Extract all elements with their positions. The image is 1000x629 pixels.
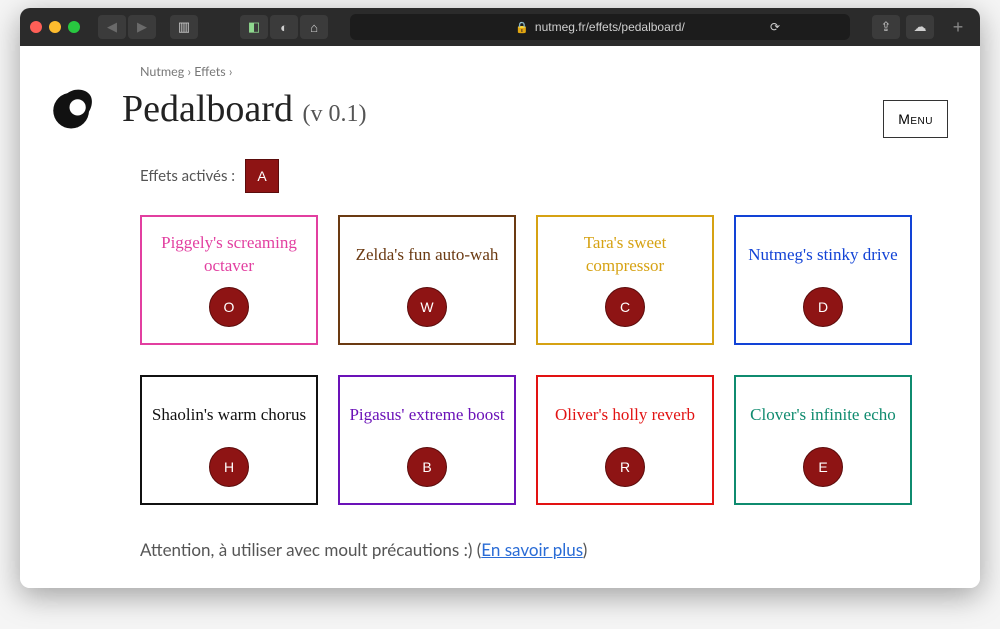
pedal-card[interactable]: Shaolin's warm chorus H — [140, 375, 318, 505]
close-icon[interactable] — [30, 21, 42, 33]
active-effects-label: Effets activés : — [140, 167, 235, 185]
minimize-icon[interactable] — [49, 21, 61, 33]
pedal-name: Clover's infinite echo — [750, 391, 896, 439]
sidebar-toggle-icon[interactable]: ▥ — [170, 15, 198, 39]
back-button[interactable]: ◀ — [98, 15, 126, 39]
window-controls — [30, 21, 80, 33]
menu-button[interactable]: Menu — [883, 100, 948, 138]
url-bar[interactable]: 🔒 nutmeg.fr/effets/pedalboard/ ⟳ — [350, 14, 850, 40]
pedal-key-knob[interactable]: B — [407, 447, 447, 487]
pedal-key-knob[interactable]: C — [605, 287, 645, 327]
pedal-name: Oliver's holly reverb — [555, 391, 695, 439]
pedal-card[interactable]: Zelda's fun auto-wah W — [338, 215, 516, 345]
active-effects-row: Effets activés : A — [140, 159, 952, 193]
breadcrumb-item[interactable]: Effets — [194, 64, 226, 79]
cloud-icon[interactable]: ☁ — [906, 15, 934, 39]
breadcrumb-item[interactable]: Nutmeg — [140, 64, 184, 79]
pedal-card[interactable]: Nutmeg's stinky drive D — [734, 215, 912, 345]
pedal-name: Piggely's screaming octaver — [150, 231, 308, 279]
pedal-key-knob[interactable]: H — [209, 447, 249, 487]
maximize-icon[interactable] — [68, 21, 80, 33]
pedal-key-knob[interactable]: E — [803, 447, 843, 487]
browser-titlebar: ◀ ▶ ▥ ◧ ◐ ⌂ 🔒 nutmeg.fr/effets/pedalboar… — [20, 8, 980, 46]
warning-text: Attention, à utiliser avec moult précaut… — [140, 539, 952, 560]
lock-icon: 🔒 — [515, 21, 529, 34]
pedal-grid: Piggely's screaming octaver O Zelda's fun … — [140, 215, 952, 505]
new-tab-button[interactable]: + — [946, 17, 970, 38]
page-header: Pedalboard (v 0.1) — [48, 81, 952, 137]
pedal-card[interactable]: Tara's sweet compressor C — [536, 215, 714, 345]
breadcrumb: Nutmeg › Effets › — [140, 64, 952, 79]
active-effect-chip[interactable]: A — [245, 159, 279, 193]
pedal-card[interactable]: Oliver's holly reverb R — [536, 375, 714, 505]
forward-button[interactable]: ▶ — [128, 15, 156, 39]
page-content: Nutmeg › Effets › Pedalboard (v 0.1) Men… — [20, 46, 980, 588]
learn-more-link[interactable]: En savoir plus — [481, 539, 583, 560]
extension-icon[interactable]: ◧ — [240, 15, 268, 39]
nav-back-forward: ◀ ▶ — [98, 15, 156, 39]
pedal-card[interactable]: Clover's infinite echo E — [734, 375, 912, 505]
pedal-key-knob[interactable]: R — [605, 447, 645, 487]
shield-icon[interactable]: ◐ — [270, 15, 298, 39]
pedal-name: Pigasus' extreme boost — [349, 391, 504, 439]
pedal-card[interactable]: Piggely's screaming octaver O — [140, 215, 318, 345]
pedal-key-knob[interactable]: O — [209, 287, 249, 327]
pedal-card[interactable]: Pigasus' extreme boost B — [338, 375, 516, 505]
pedal-key-knob[interactable]: W — [407, 287, 447, 327]
reload-icon[interactable]: ⟳ — [770, 20, 780, 34]
pedal-name: Tara's sweet compressor — [546, 231, 704, 279]
home-icon[interactable]: ⌂ — [300, 15, 328, 39]
browser-window: ◀ ▶ ▥ ◧ ◐ ⌂ 🔒 nutmeg.fr/effets/pedalboar… — [20, 8, 980, 588]
pedal-name: Zelda's fun auto-wah — [356, 231, 499, 279]
pedal-name: Nutmeg's stinky drive — [748, 231, 897, 279]
logo-icon — [48, 81, 104, 137]
pedal-key-knob[interactable]: D — [803, 287, 843, 327]
page-title: Pedalboard (v 0.1) — [122, 87, 366, 131]
pedal-name: Shaolin's warm chorus — [152, 391, 306, 439]
share-icon[interactable]: ⇪ — [872, 15, 900, 39]
toolbar-group-center: ◧ ◐ ⌂ — [240, 15, 328, 39]
toolbar-group-right: ⇪ ☁ — [872, 15, 934, 39]
url-text: nutmeg.fr/effets/pedalboard/ — [535, 20, 685, 34]
